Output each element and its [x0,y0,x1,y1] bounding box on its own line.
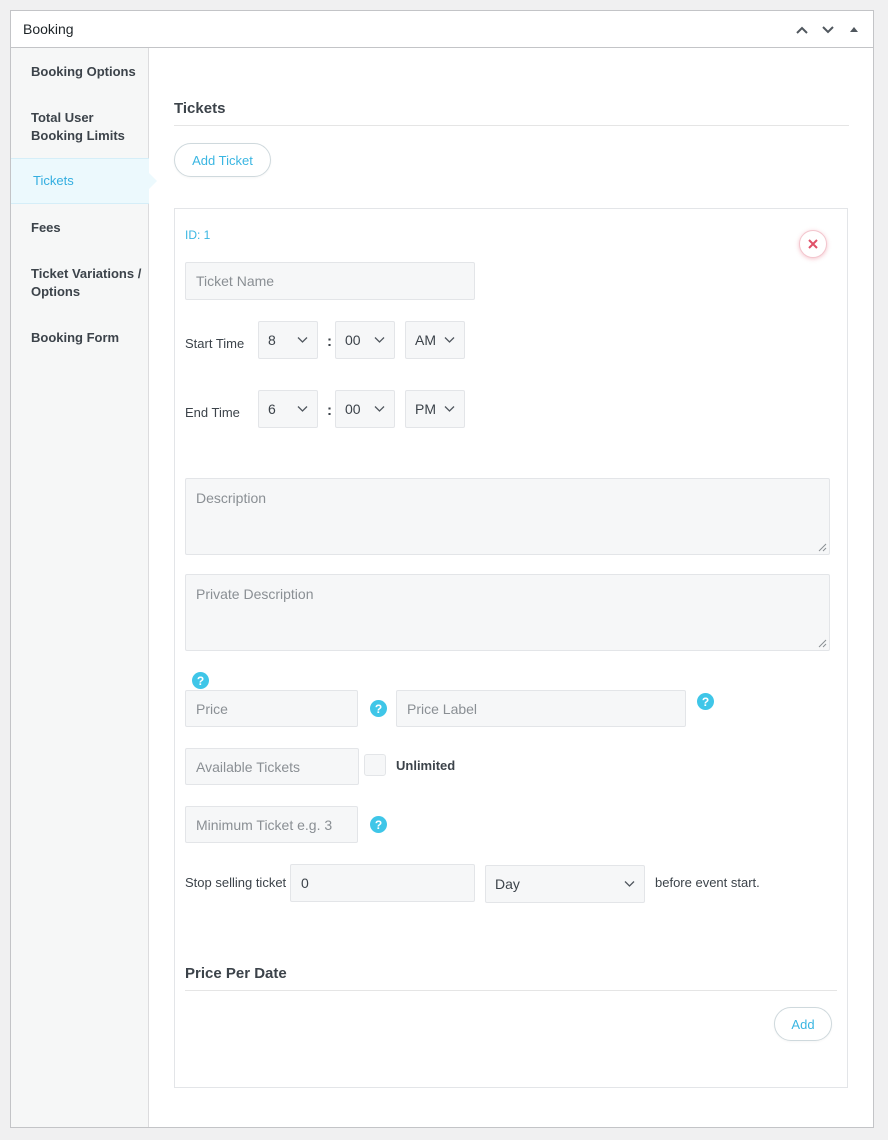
remove-ticket-button[interactable] [799,230,827,258]
stop-selling-suffix: before event start. [655,875,760,890]
chevron-down-icon [374,406,385,412]
help-icon[interactable]: ? [370,816,387,833]
chevron-down-icon [822,25,834,33]
section-title: Tickets [174,100,226,117]
start-time-label: Start Time [185,336,245,351]
add-ticket-button[interactable]: Add Ticket [174,143,271,177]
triangle-up-icon [850,26,858,32]
stop-selling-value-input[interactable]: 0 [290,864,475,902]
help-icon[interactable]: ? [697,693,714,710]
price-input[interactable]: Price [185,690,358,727]
unlimited-label: Unlimited [396,758,456,773]
textarea-placeholder: Private Description [196,586,314,602]
unlimited-checkbox[interactable] [364,754,386,776]
minimum-ticket-input[interactable]: Minimum Ticket e.g. 3 [185,806,358,843]
panel-header: Booking [11,11,873,48]
sidebar-item-total-user-booking-limits[interactable]: Total User Booking Limits [11,109,149,145]
chevron-down-icon [444,406,455,412]
stop-selling-unit-select[interactable]: Day [485,865,645,903]
resize-grip-icon[interactable] [818,639,827,648]
time-separator: : [327,402,332,419]
sidebar-item-label: Ticket Variations / Options [31,266,142,299]
select-value: 6 [268,401,276,417]
select-value: 00 [345,332,361,348]
help-icon[interactable]: ? [370,700,387,717]
move-down-button[interactable] [817,19,839,41]
chevron-down-icon [297,406,308,412]
ticket-id: ID: 1 [185,228,211,242]
sidebar-item-label: Fees [31,220,61,235]
description-textarea[interactable]: Description [185,478,830,555]
sidebar-item-label: Total User Booking Limits [31,110,125,143]
divider [174,125,849,126]
sidebar-item-label: Tickets [33,173,74,188]
ticket-card: ID: 1 Ticket Name Start Time 8 : 00 AM E… [174,208,848,1088]
resize-grip-icon[interactable] [818,543,827,552]
select-value: Day [495,876,520,892]
chevron-down-icon [374,337,385,343]
time-separator: : [327,333,332,350]
ticket-name-input[interactable]: Ticket Name [185,262,475,300]
sidebar-item-tickets[interactable]: Tickets [11,158,157,204]
end-time-label: End Time [185,405,240,420]
start-ampm-select[interactable]: AM [405,321,465,359]
close-icon [808,239,818,249]
header-actions [791,11,865,48]
tickets-content: Tickets Add Ticket ID: 1 Ticket Name Sta… [149,48,873,1127]
toggle-panel-button[interactable] [843,19,865,41]
start-minute-select[interactable]: 00 [335,321,395,359]
end-hour-select[interactable]: 6 [258,390,318,428]
select-value: 00 [345,401,361,417]
help-icon[interactable]: ? [192,672,209,689]
chevron-down-icon [624,881,635,887]
add-price-per-date-button[interactable]: Add [774,1007,832,1041]
divider [185,990,837,991]
sidebar-item-fees[interactable]: Fees [11,219,149,237]
chevron-down-icon [444,337,455,343]
textarea-placeholder: Description [196,490,267,506]
stop-selling-label: Stop selling ticket [185,875,287,890]
move-up-button[interactable] [791,19,813,41]
sidebar-item-booking-options[interactable]: Booking Options [11,63,149,81]
select-value: AM [415,332,436,348]
panel-title: Booking [23,21,74,37]
chevron-down-icon [297,337,308,343]
chevron-up-icon [796,26,808,34]
private-description-textarea[interactable]: Private Description [185,574,830,651]
sidebar-item-label: Booking Options [31,64,136,79]
select-value: 8 [268,332,276,348]
price-label-input[interactable]: Price Label [396,690,686,727]
booking-panel: Booking Booking Options Total User Booki… [10,10,874,1128]
select-value: PM [415,401,436,417]
price-per-date-title: Price Per Date [185,965,287,982]
sidebar-item-ticket-variations[interactable]: Ticket Variations / Options [11,265,149,301]
available-tickets-input[interactable]: Available Tickets [185,748,359,785]
sidebar-item-booking-form[interactable]: Booking Form [11,329,149,347]
booking-sidebar: Booking Options Total User Booking Limit… [11,48,157,1127]
end-minute-select[interactable]: 00 [335,390,395,428]
end-ampm-select[interactable]: PM [405,390,465,428]
sidebar-item-label: Booking Form [31,330,120,345]
start-hour-select[interactable]: 8 [258,321,318,359]
